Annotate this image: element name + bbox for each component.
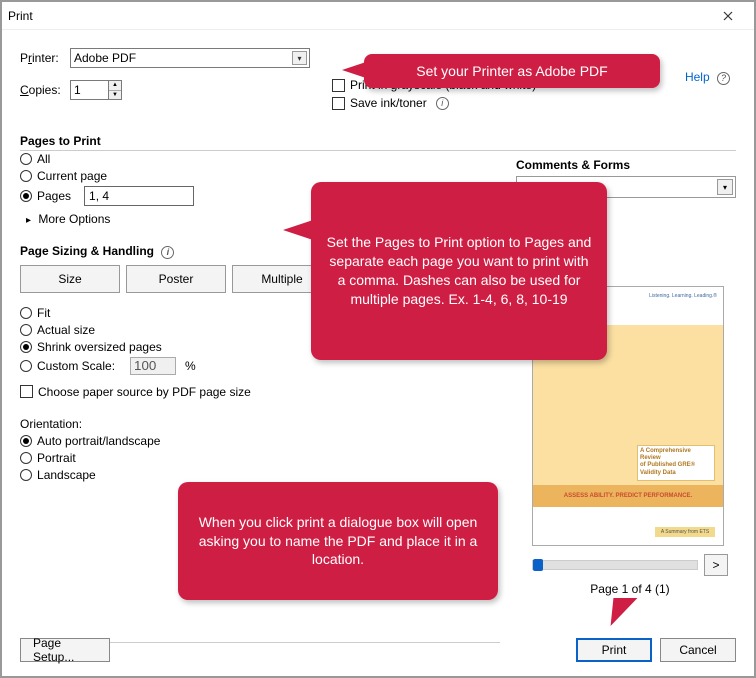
- scrollbar-thumb[interactable]: [533, 559, 543, 571]
- size-tab-button[interactable]: Size: [20, 265, 120, 293]
- divider: [20, 150, 736, 151]
- titlebar: Print: [2, 2, 754, 30]
- callout-pages: Set the Pages to Print option to Pages a…: [311, 182, 607, 360]
- pages-all-radio[interactable]: [20, 153, 32, 165]
- preview-title-box: A Comprehensive Review of Published GRE®…: [637, 445, 715, 481]
- orientation-landscape-radio[interactable]: [20, 469, 32, 481]
- preview-logo-text: Listening. Learning. Leading.®: [649, 293, 717, 299]
- window-title: Print: [8, 9, 33, 23]
- pages-current-radio[interactable]: [20, 170, 32, 182]
- fit-label: Fit: [37, 306, 50, 320]
- triangle-right-icon: ▸: [26, 215, 31, 226]
- print-dialog: Print Help ? Printer: Adobe PDF ▾ Copies…: [0, 0, 756, 678]
- printer-select[interactable]: Adobe PDF ▾: [70, 48, 310, 68]
- pages-range-label: Pages: [37, 189, 71, 203]
- close-button[interactable]: [708, 4, 748, 28]
- orientation-portrait-label: Portrait: [37, 451, 76, 465]
- orientation-portrait-radio[interactable]: [20, 452, 32, 464]
- spinner-up-icon[interactable]: ▲: [109, 81, 121, 91]
- orientation-auto-label: Auto portrait/landscape: [37, 434, 160, 448]
- copies-label: Copies:: [20, 83, 70, 97]
- copies-input[interactable]: [70, 80, 108, 100]
- close-icon: [723, 11, 733, 21]
- preview-band-text: ASSESS ABILITY. PREDICT PERFORMANCE.: [533, 485, 723, 507]
- info-icon[interactable]: i: [436, 97, 449, 110]
- page-setup-button[interactable]: Page Setup...: [20, 638, 110, 662]
- chevron-down-icon: ▾: [292, 51, 307, 65]
- copies-stepper[interactable]: ▲ ▼: [70, 80, 122, 100]
- orientation-auto-radio[interactable]: [20, 435, 32, 447]
- callout-printer: Set your Printer as Adobe PDF: [364, 54, 660, 88]
- actual-size-label: Actual size: [37, 323, 95, 337]
- pages-all-label: All: [37, 152, 50, 166]
- spinner-down-icon[interactable]: ▼: [109, 91, 121, 100]
- fit-radio[interactable]: [20, 307, 32, 319]
- custom-scale-radio[interactable]: [20, 360, 32, 372]
- paper-source-checkbox[interactable]: [20, 385, 33, 398]
- custom-scale-input[interactable]: [130, 357, 176, 375]
- poster-tab-button[interactable]: Poster: [126, 265, 226, 293]
- printer-label: Printer:: [20, 51, 70, 65]
- printer-selected-value: Adobe PDF: [74, 51, 136, 65]
- cancel-button[interactable]: Cancel: [660, 638, 736, 662]
- pages-range-radio[interactable]: [20, 190, 32, 202]
- paper-source-label: Choose paper source by PDF page size: [38, 385, 251, 399]
- preview-summary: A Summary from ETS: [655, 527, 715, 537]
- save-ink-checkbox[interactable]: [332, 97, 345, 110]
- preview-next-button[interactable]: >: [704, 554, 728, 576]
- comments-heading: Comments & Forms: [516, 158, 736, 172]
- preview-scrollbar[interactable]: [532, 560, 698, 570]
- pages-current-label: Current page: [37, 169, 107, 183]
- info-icon[interactable]: i: [161, 246, 174, 259]
- orientation-landscape-label: Landscape: [37, 468, 96, 482]
- shrink-label: Shrink oversized pages: [37, 340, 162, 354]
- save-ink-label: Save ink/toner: [350, 96, 427, 110]
- pages-range-input[interactable]: [84, 186, 194, 206]
- callout-print-action: When you click print a dialogue box will…: [178, 482, 498, 600]
- page-indicator: Page 1 of 4 (1): [532, 582, 728, 596]
- chevron-down-icon: ▾: [717, 179, 733, 195]
- actual-size-radio[interactable]: [20, 324, 32, 336]
- shrink-radio[interactable]: [20, 341, 32, 353]
- help-icon: ?: [717, 72, 730, 85]
- help-link[interactable]: Help ?: [685, 70, 730, 85]
- print-button[interactable]: Print: [576, 638, 652, 662]
- grayscale-checkbox[interactable]: [332, 79, 345, 92]
- pages-to-print-heading: Pages to Print: [20, 134, 736, 148]
- custom-scale-label: Custom Scale:: [37, 359, 115, 373]
